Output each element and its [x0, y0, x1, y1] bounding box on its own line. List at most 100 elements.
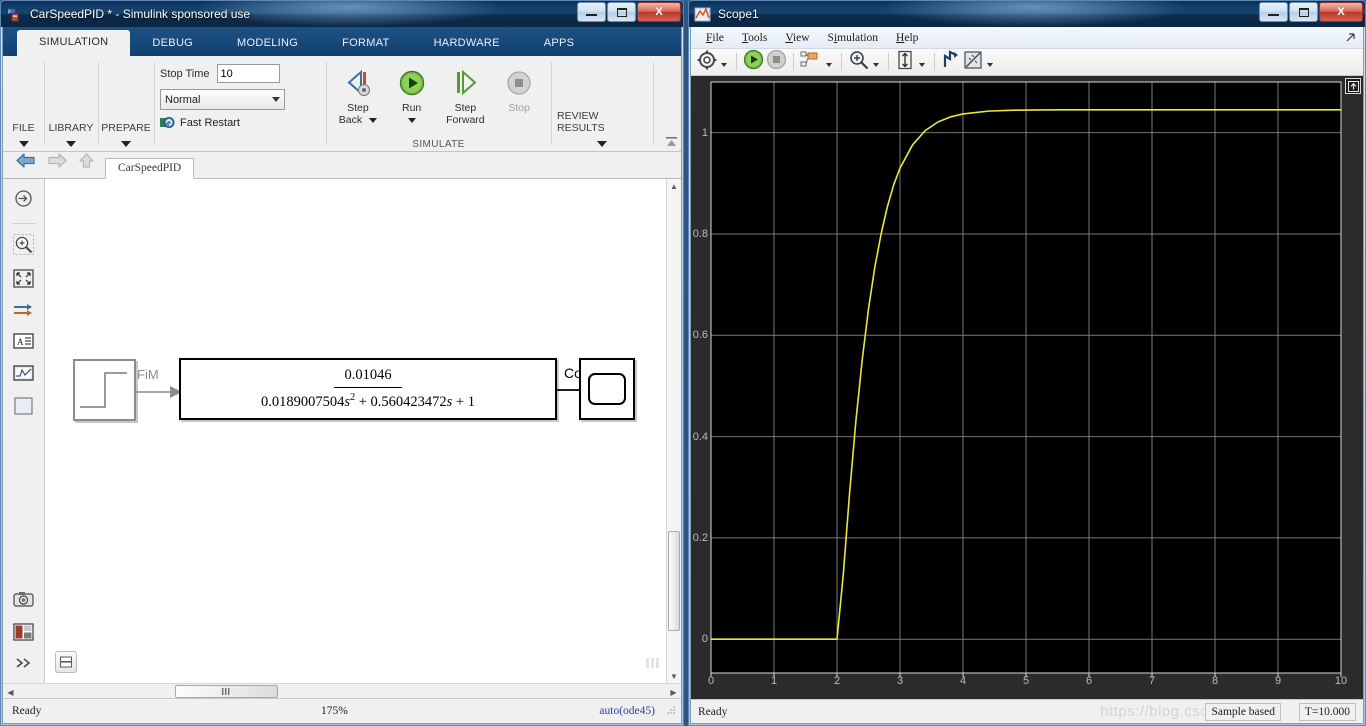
ribbon-group-review-results[interactable]: REVIEW RESULTS	[551, 56, 653, 151]
ribbon-group-simulate: Step Back Run Step Forward Stop SIMULATE	[326, 56, 551, 151]
scope-titlebar[interactable]: Scope1 X	[689, 1, 1365, 27]
chevron-down-icon[interactable]	[919, 62, 925, 67]
zoom-in-icon[interactable]	[848, 49, 869, 75]
step-back-label: Step Back	[339, 102, 377, 126]
step-back-button[interactable]: Step Back	[332, 62, 384, 126]
status-zoom[interactable]: 175%	[321, 705, 348, 717]
autoscale-icon[interactable]	[895, 50, 915, 75]
step-forward-icon	[449, 66, 481, 100]
scope-viewer-icon[interactable]	[13, 364, 34, 387]
menu-tools-rest: ools	[748, 31, 768, 44]
scroll-right-button[interactable]: ▶	[666, 682, 681, 700]
menu-help[interactable]: Help	[887, 30, 927, 46]
simulink-title-text: CarSpeedPID * - Simulink sponsored use	[30, 7, 251, 21]
fit-to-view-icon[interactable]	[13, 269, 34, 293]
stop-time-input[interactable]	[216, 64, 280, 83]
configuration-properties-icon[interactable]	[697, 50, 717, 75]
transfer-function-block[interactable]: 0.01046 0.0189007504s2 + 0.560423472s + …	[179, 358, 557, 420]
maximize-button[interactable]	[607, 2, 636, 22]
navigate-icon[interactable]	[14, 189, 33, 213]
scope-plot-area[interactable]: 0 0.2 0.4 0.6 0.8 1 0 1 2 3 4 5 6 7 8 9 10	[691, 76, 1363, 699]
minimize-button[interactable]	[577, 2, 606, 22]
scope-block[interactable]	[579, 358, 635, 420]
canvas-hscrollbar[interactable]: ◀ ▶	[3, 683, 681, 698]
tab-simulation[interactable]: SIMULATION	[17, 30, 131, 56]
maximize-button[interactable]	[1289, 2, 1318, 22]
menu-tools[interactable]: Tools	[733, 30, 776, 46]
close-button[interactable]: X	[637, 2, 681, 22]
menu-file[interactable]: File	[697, 30, 733, 46]
collapse-canvas-icon[interactable]	[55, 651, 77, 673]
scroll-left-button[interactable]: ◀	[3, 682, 18, 700]
fast-restart-button[interactable]: Fast Restart	[160, 116, 240, 130]
run-text: Run	[401, 102, 422, 114]
run-icon[interactable]	[743, 49, 764, 75]
ribbon-group-library[interactable]: LIBRARY	[44, 56, 98, 151]
scope-plot[interactable]: 0 0.2 0.4 0.6 0.8 1 0 1 2 3 4 5 6 7 8 9 10	[691, 76, 1363, 699]
scope-block-icon	[588, 373, 626, 405]
chevron-down-icon[interactable]	[407, 118, 416, 123]
hscroll-thumb[interactable]	[175, 684, 278, 698]
tab-modeling[interactable]: MODELING	[215, 31, 320, 56]
chevron-down-icon[interactable]	[18, 141, 29, 147]
step-block[interactable]	[73, 359, 136, 421]
chevron-down-icon[interactable]	[987, 62, 993, 67]
chevron-down-icon	[272, 97, 280, 102]
more-icon[interactable]	[14, 656, 34, 675]
tab-format[interactable]: FORMAT	[320, 31, 411, 56]
close-button[interactable]: X	[1319, 2, 1363, 22]
legend-toggle-icon[interactable]	[1345, 78, 1361, 94]
chevron-down-icon[interactable]	[369, 118, 377, 123]
tab-hardware[interactable]: HARDWARE	[412, 31, 522, 56]
cursor-measurements-icon[interactable]	[941, 49, 961, 75]
chevron-down-icon[interactable]	[121, 141, 131, 147]
scroll-up-button[interactable]: ▲	[667, 179, 681, 193]
run-button[interactable]: Run	[386, 62, 438, 126]
simulate-group-caption: SIMULATE	[412, 139, 465, 150]
minimize-button[interactable]	[1259, 2, 1288, 22]
chevron-down-icon[interactable]	[873, 62, 879, 67]
menu-view[interactable]: View	[776, 30, 818, 46]
back-arrow-icon[interactable]	[15, 152, 37, 178]
subsystem-icon[interactable]	[13, 396, 34, 421]
prepare-group-label: PREPARE	[101, 122, 151, 134]
tab-apps[interactable]: APPS	[522, 31, 597, 56]
up-arrow-icon	[77, 152, 96, 178]
layout-icon[interactable]	[13, 623, 34, 646]
step-forward-button[interactable]: Step Forward	[440, 62, 492, 126]
signal-routing-icon[interactable]	[13, 302, 35, 323]
chevron-down-icon[interactable]	[597, 141, 607, 147]
toolbar-divider	[841, 53, 842, 71]
chevron-down-icon[interactable]	[826, 62, 832, 67]
step-forward-line2: Forward	[446, 114, 485, 126]
stop-button: Stop	[493, 62, 545, 114]
menu-simulation[interactable]: Simulation	[819, 30, 888, 46]
breadcrumb-model-tab[interactable]: CarSpeedPID	[105, 158, 195, 179]
status-solver[interactable]: auto(ode45)	[599, 705, 655, 717]
zoom-in-icon[interactable]	[13, 234, 34, 260]
fast-restart-label: Fast Restart	[180, 117, 240, 129]
canvas-vscrollbar[interactable]: ▲ ▼	[666, 179, 681, 683]
annotation-icon[interactable]: A	[13, 332, 34, 355]
model-canvas[interactable]: FiM 0.01046 0.0189007504s2 + 0.560423472…	[45, 179, 666, 683]
tab-debug[interactable]: DEBUG	[130, 31, 215, 56]
simulink-titlebar[interactable]: CarSpeedPID * - Simulink sponsored use X	[1, 1, 683, 27]
scroll-down-button[interactable]: ▼	[667, 669, 681, 683]
close-icon: X	[655, 6, 663, 18]
step-back-line2: Back	[338, 114, 363, 126]
simulation-mode-select[interactable]: Normal	[160, 89, 285, 110]
measurements-icon[interactable]	[963, 50, 983, 75]
ribbon-group-prepare[interactable]: PREPARE	[98, 56, 154, 151]
plot-canvas[interactable]	[691, 76, 1363, 699]
signal-selection-icon[interactable]	[800, 50, 822, 75]
undock-icon[interactable]	[1345, 31, 1356, 49]
sim-time-pane: T=10.000	[1298, 702, 1356, 721]
camera-icon[interactable]	[13, 591, 34, 613]
scope-menubar: File Tools View Simulation Help	[691, 27, 1363, 49]
vscroll-thumb[interactable]	[668, 531, 680, 631]
ribbon-group-file[interactable]: FILE	[3, 56, 44, 151]
chevron-down-icon[interactable]	[721, 62, 727, 67]
collapse-ribbon-button[interactable]	[664, 135, 678, 149]
library-group-label: LIBRARY	[48, 122, 94, 134]
chevron-down-icon[interactable]	[66, 141, 76, 147]
